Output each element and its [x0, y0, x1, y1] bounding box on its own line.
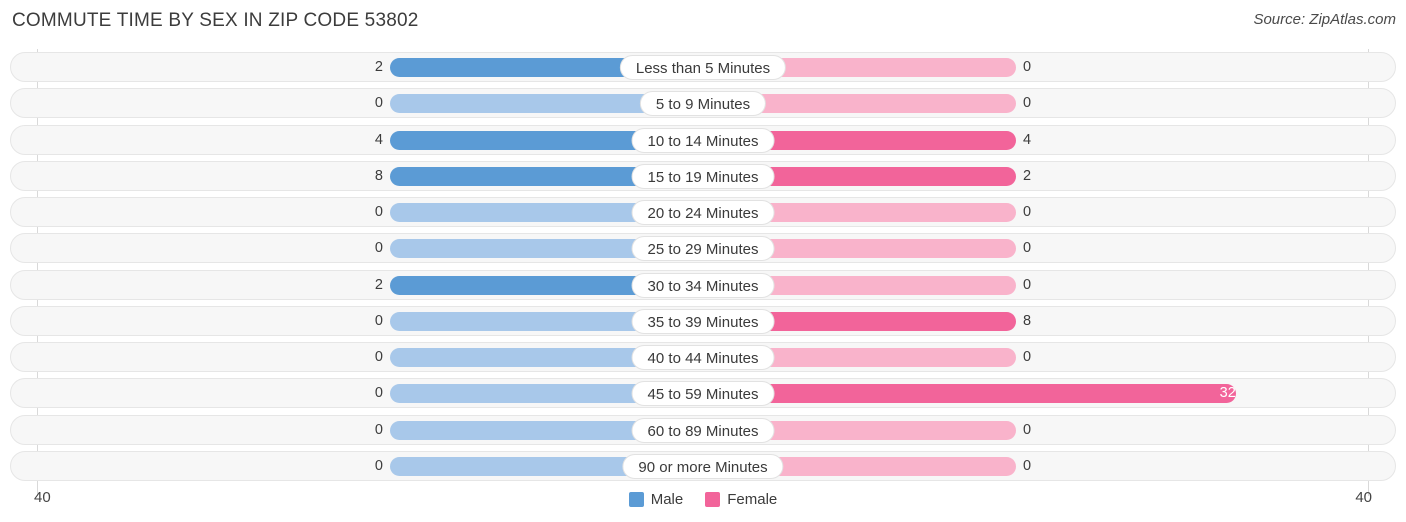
male-value-label: 8	[374, 167, 383, 184]
female-value-label: 0	[1023, 276, 1032, 293]
male-value-label: 4	[374, 131, 383, 148]
table-row: 2 0 Less than 5 Minutes	[10, 49, 1396, 85]
table-row: 0 0 25 to 29 Minutes	[10, 230, 1396, 266]
male-value-label: 2	[374, 276, 383, 293]
male-value-label: 0	[374, 95, 383, 112]
male-value-label: 0	[374, 312, 383, 329]
female-value-label: 0	[1023, 95, 1032, 112]
table-row: 0 8 35 to 39 Minutes	[10, 303, 1396, 339]
category-label: 40 to 44 Minutes	[631, 345, 775, 370]
table-row: 2 0 30 to 34 Minutes	[10, 267, 1396, 303]
row-bar-area: 0 0 20 to 24 Minutes	[37, 194, 1369, 230]
row-bar-area: 0 0 90 or more Minutes	[37, 448, 1369, 484]
legend-label: Female	[727, 491, 778, 508]
table-row: 0 32 45 to 59 Minutes	[10, 375, 1396, 411]
table-row: 0 0 5 to 9 Minutes	[10, 85, 1396, 121]
category-label: 10 to 14 Minutes	[631, 127, 775, 153]
category-label: 35 to 39 Minutes	[631, 308, 775, 334]
table-row: 8 2 15 to 19 Minutes	[10, 158, 1396, 194]
female-value-label: 8	[1023, 312, 1032, 329]
table-row: 4 4 10 to 14 Minutes	[10, 122, 1396, 158]
legend-item-female[interactable]: Female	[705, 491, 777, 508]
table-row: 0 0 40 to 44 Minutes	[10, 339, 1396, 375]
row-bar-area: 2 0 30 to 34 Minutes	[37, 267, 1369, 303]
category-label: 5 to 9 Minutes	[639, 91, 767, 117]
row-bar-area: 0 32 45 to 59 Minutes	[37, 375, 1369, 411]
category-label: 20 to 24 Minutes	[631, 200, 775, 225]
male-value-label: 2	[374, 59, 383, 75]
category-label: 90 or more Minutes	[622, 453, 784, 479]
male-value-label: 0	[374, 457, 383, 474]
row-bar-area: 0 0 5 to 9 Minutes	[37, 85, 1369, 121]
row-bar-area: 0 0 40 to 44 Minutes	[37, 339, 1369, 375]
female-value-label: 0	[1023, 204, 1032, 220]
male-value-label: 0	[374, 240, 383, 257]
chart-header: COMMUTE TIME BY SEX IN ZIP CODE 53802 So…	[0, 0, 1406, 44]
legend-swatch-icon	[705, 492, 721, 507]
row-bar-area: 2 0 Less than 5 Minutes	[37, 49, 1369, 85]
female-value-label: 32	[1219, 385, 1236, 402]
category-label: Less than 5 Minutes	[619, 55, 787, 80]
page-title: COMMUTE TIME BY SEX IN ZIP CODE 53802	[12, 10, 419, 31]
male-value-label: 0	[374, 349, 383, 365]
female-value-label: 0	[1023, 59, 1032, 75]
plot-area: 2 0 Less than 5 Minutes 0 0 5 to 9 Minutes 4 4 1…	[10, 49, 1396, 496]
row-bar-area: 4 4 10 to 14 Minutes	[37, 122, 1369, 158]
category-label: 30 to 34 Minutes	[631, 272, 775, 298]
female-value-label: 0	[1023, 457, 1032, 474]
female-value-label: 0	[1023, 240, 1032, 257]
female-value-label: 4	[1023, 131, 1032, 148]
table-row: 0 0 20 to 24 Minutes	[10, 194, 1396, 230]
table-row: 0 0 60 to 89 Minutes	[10, 412, 1396, 448]
row-bar-area: 0 8 35 to 39 Minutes	[37, 303, 1369, 339]
male-value-label: 0	[374, 385, 383, 402]
male-value-label: 0	[374, 204, 383, 220]
commute-time-chart: COMMUTE TIME BY SEX IN ZIP CODE 53802 So…	[0, 0, 1406, 522]
chart-legend: Male Female	[0, 491, 1406, 508]
source-attribution: Source: ZipAtlas.com	[1253, 11, 1396, 28]
legend-item-male[interactable]: Male	[628, 491, 684, 508]
female-value-label: 0	[1023, 421, 1032, 438]
category-label: 45 to 59 Minutes	[631, 381, 775, 407]
bar-rows: 2 0 Less than 5 Minutes 0 0 5 to 9 Minutes 4 4 1…	[10, 49, 1396, 484]
legend-label: Male	[650, 491, 684, 508]
legend-swatch-icon	[628, 492, 644, 507]
row-bar-area: 0 0 60 to 89 Minutes	[37, 412, 1369, 448]
category-label: 15 to 19 Minutes	[631, 163, 775, 189]
row-bar-area: 0 0 25 to 29 Minutes	[37, 230, 1369, 266]
category-label: 60 to 89 Minutes	[631, 417, 775, 443]
female-value-label: 2	[1023, 167, 1032, 184]
table-row: 0 0 90 or more Minutes	[10, 448, 1396, 484]
row-bar-area: 8 2 15 to 19 Minutes	[37, 158, 1369, 194]
female-value-label: 0	[1023, 349, 1032, 365]
category-label: 25 to 29 Minutes	[631, 236, 775, 262]
male-value-label: 0	[374, 421, 383, 438]
